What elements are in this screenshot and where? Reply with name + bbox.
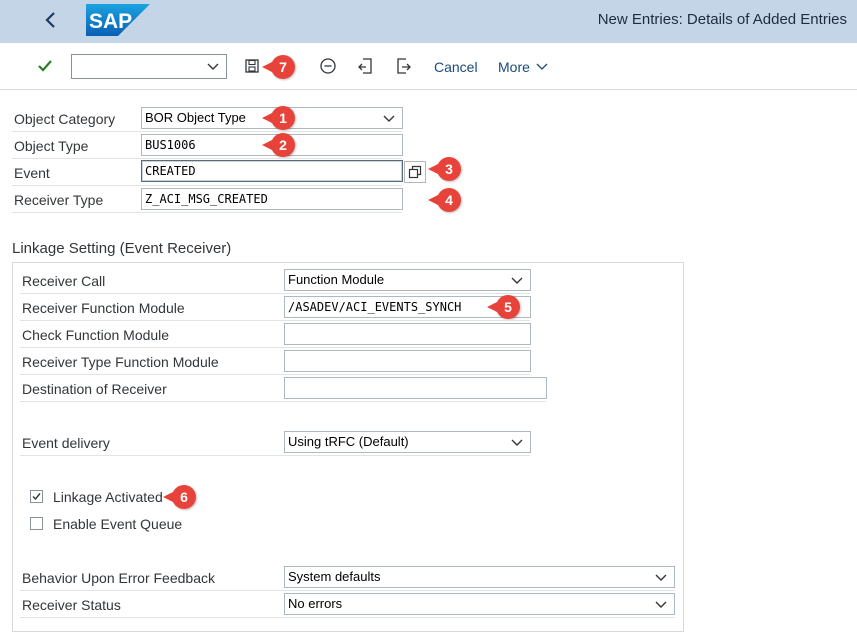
event-label: Event xyxy=(14,165,50,181)
save-icon xyxy=(245,59,259,73)
object-type-label: Object Type xyxy=(14,138,89,154)
minus-circle-icon xyxy=(320,58,336,74)
receiver-type-function-module-input[interactable] xyxy=(284,350,531,372)
chevron-down-icon xyxy=(511,439,523,446)
behavior-upon-error-label: Behavior Upon Error Feedback xyxy=(22,570,215,586)
back-button[interactable] xyxy=(38,7,64,33)
next-entry-button[interactable] xyxy=(393,56,413,76)
cancel-button[interactable]: Cancel xyxy=(434,59,478,75)
event-delivery-label: Event delivery xyxy=(22,435,110,451)
callout-3: 3 xyxy=(428,157,468,181)
object-category-label: Object Category xyxy=(14,111,116,127)
behavior-upon-error-value: System defaults xyxy=(288,569,381,584)
receiver-type-function-module-label: Receiver Type Function Module xyxy=(22,354,219,370)
value-help-icon xyxy=(408,165,422,179)
callout-5: 5 xyxy=(487,295,527,319)
command-field[interactable] xyxy=(71,54,227,79)
sap-logo: SAP xyxy=(86,4,150,36)
receiver-function-module-label: Receiver Function Module xyxy=(22,300,185,316)
save-button[interactable] xyxy=(242,56,262,76)
receiver-type-input[interactable]: Z_ACI_MSG_CREATED xyxy=(141,188,403,210)
check-icon xyxy=(38,60,52,72)
shell-bar: SAP New Entries: Details of Added Entrie… xyxy=(0,0,857,43)
receiver-call-select[interactable]: Function Module xyxy=(284,269,531,291)
page-title: New Entries: Details of Added Entries xyxy=(597,11,847,28)
receiver-call-label: Receiver Call xyxy=(22,273,106,289)
document-arrow-right-icon xyxy=(397,58,411,74)
chevron-down-icon xyxy=(655,574,667,581)
document-arrow-left-icon xyxy=(358,58,372,74)
toolbar: 7 Cancel More xyxy=(0,43,857,90)
object-category-value: BOR Object Type xyxy=(145,110,246,125)
enable-event-queue-label: Enable Event Queue xyxy=(53,516,183,532)
more-label: More xyxy=(498,59,530,75)
receiver-status-value: No errors xyxy=(288,596,343,611)
destination-of-receiver-label: Destination of Receiver xyxy=(22,381,167,397)
event-delivery-select[interactable]: Using tRFC (Default) xyxy=(284,431,531,453)
checkmark-icon xyxy=(32,493,41,501)
receiver-call-value: Function Module xyxy=(288,272,385,287)
receiver-status-label: Receiver Status xyxy=(22,597,121,613)
confirm-button[interactable] xyxy=(36,57,54,75)
linkage-section-title: Linkage Setting (Event Receiver) xyxy=(12,240,232,257)
svg-text:SAP: SAP xyxy=(89,10,132,33)
delete-button[interactable] xyxy=(318,56,338,76)
linkage-activated-label: Linkage Activated xyxy=(53,489,163,505)
chevron-down-icon xyxy=(536,63,548,70)
chevron-down-icon xyxy=(511,277,523,284)
chevron-down-icon xyxy=(207,63,219,70)
callout-6: 6 xyxy=(163,485,203,509)
callout-7: 7 xyxy=(262,55,302,79)
receiver-status-select[interactable]: No errors xyxy=(284,593,675,615)
destination-of-receiver-input[interactable] xyxy=(284,377,547,399)
behavior-upon-error-select[interactable]: System defaults xyxy=(284,566,675,588)
enable-event-queue-checkbox[interactable] xyxy=(30,517,43,530)
check-function-module-label: Check Function Module xyxy=(22,327,170,343)
previous-entry-button[interactable] xyxy=(356,56,376,76)
value-help-button[interactable] xyxy=(404,161,426,183)
check-function-module-input[interactable] xyxy=(284,323,531,345)
receiver-type-label: Receiver Type xyxy=(14,192,104,208)
callout-1: 1 xyxy=(262,106,302,130)
more-button[interactable]: More xyxy=(498,59,548,75)
chevron-left-icon xyxy=(45,12,55,28)
event-input[interactable]: CREATED xyxy=(141,160,403,182)
event-delivery-value: Using tRFC (Default) xyxy=(288,434,409,449)
chevron-down-icon xyxy=(383,115,395,122)
chevron-down-icon xyxy=(655,601,667,608)
linkage-activated-checkbox[interactable] xyxy=(30,490,43,503)
callout-2: 2 xyxy=(262,133,302,157)
callout-4: 4 xyxy=(428,188,468,212)
